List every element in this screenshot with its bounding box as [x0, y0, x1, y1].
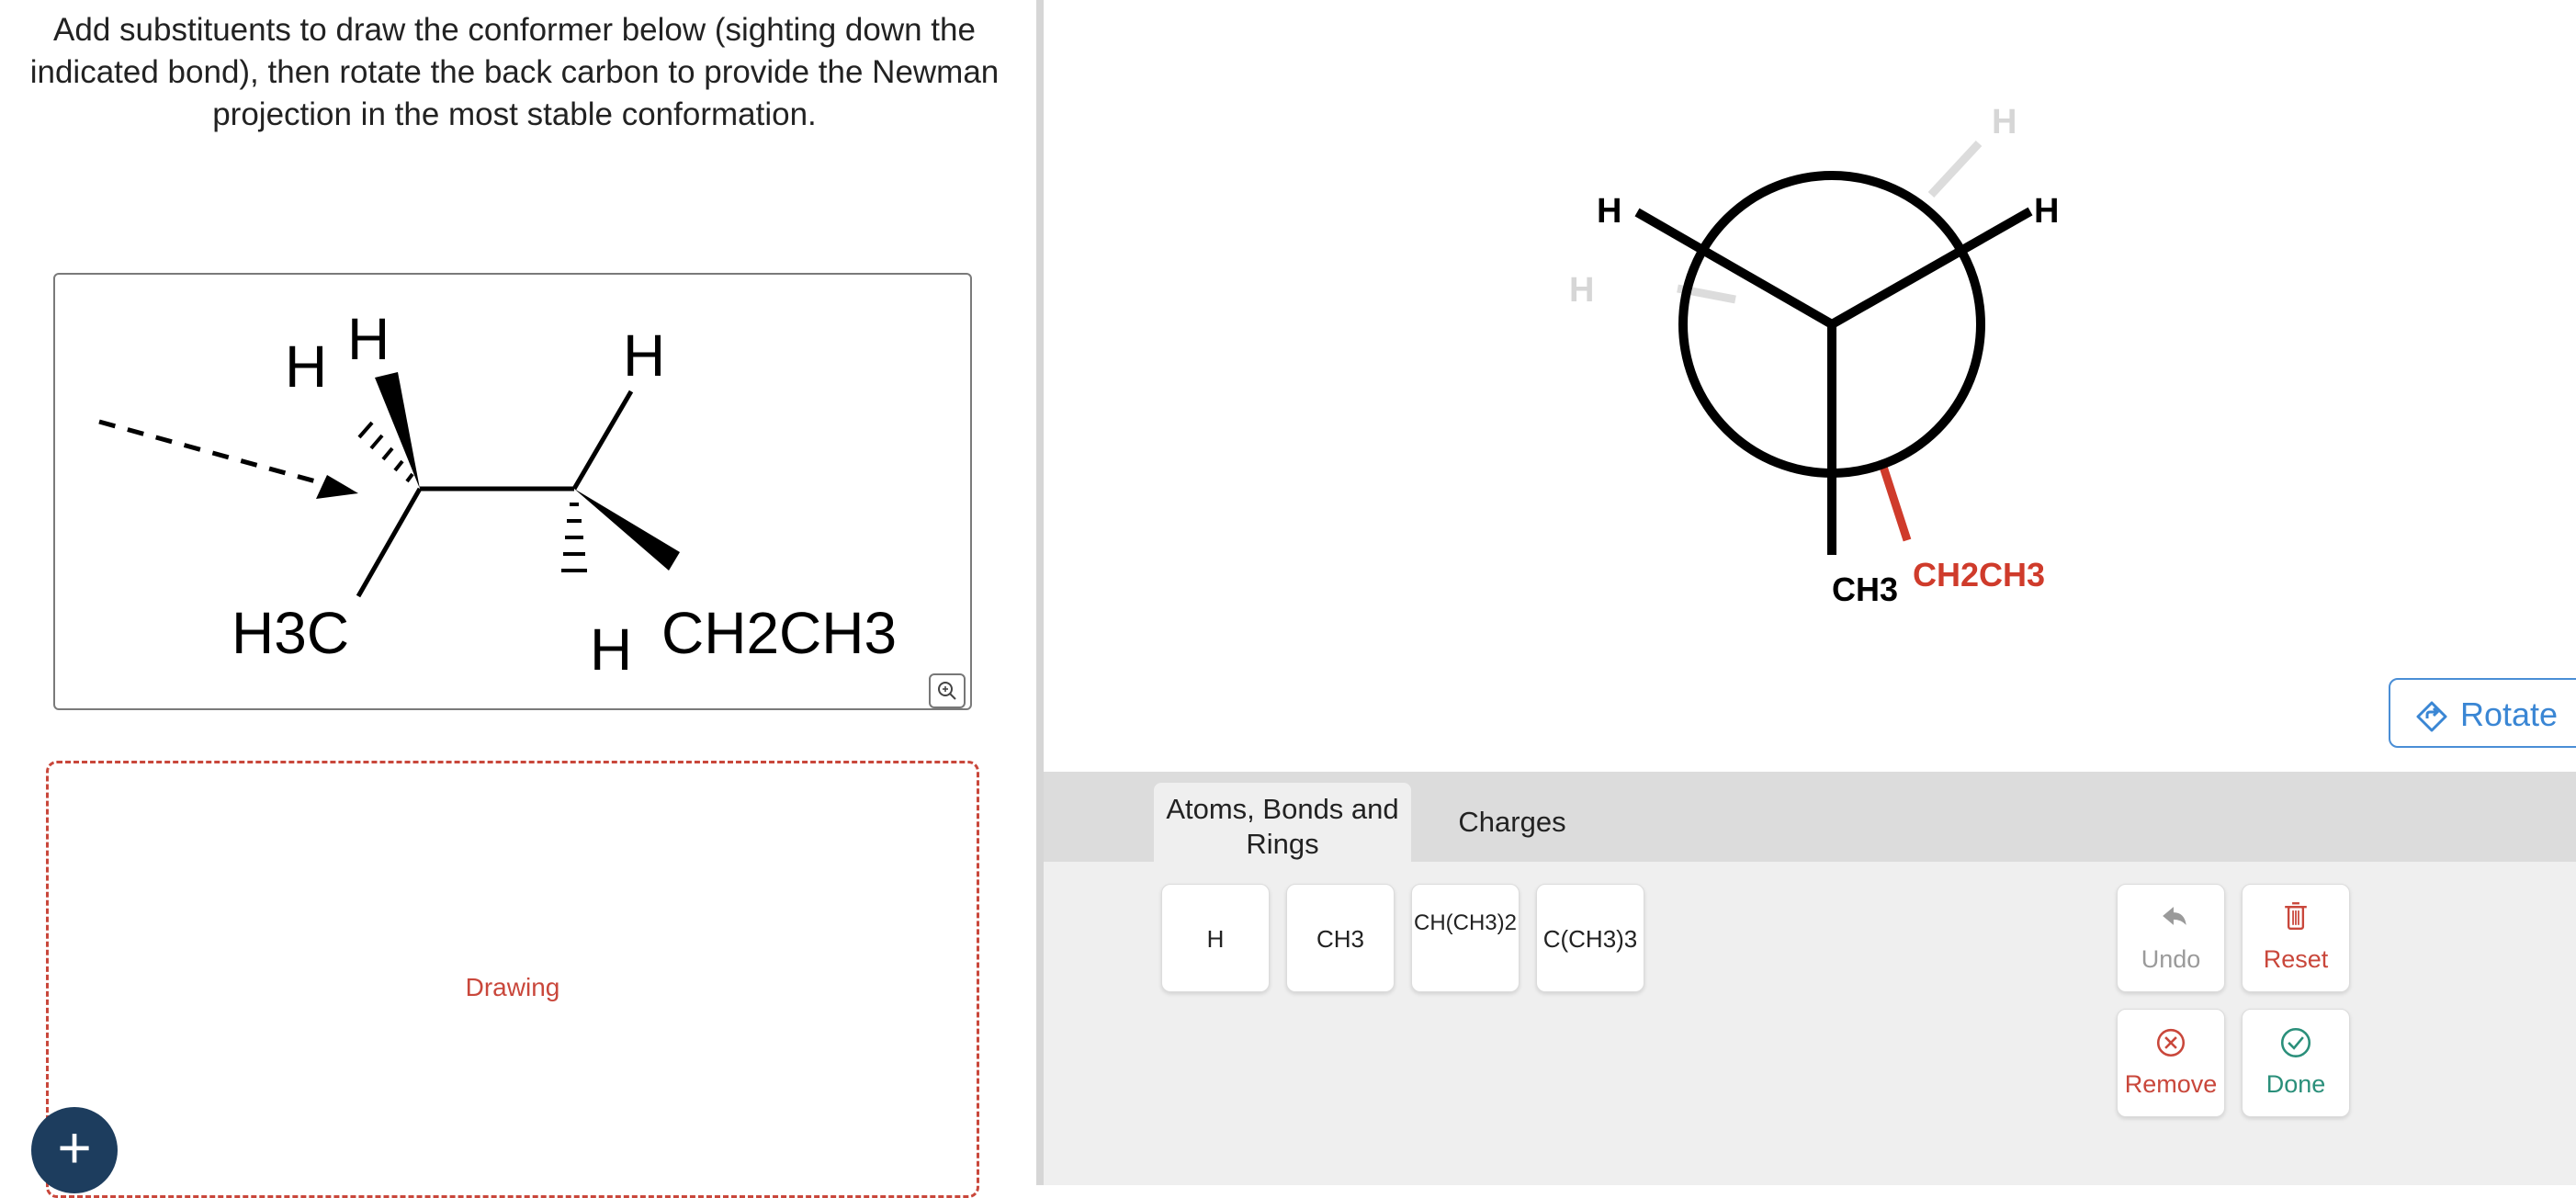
fragment-toolbar: Atoms, Bonds and Rings Charges H CH3 CH(… [1044, 772, 2576, 1185]
reset-button[interactable]: Reset [2242, 884, 2350, 992]
sighting-arrow [98, 419, 350, 493]
zoom-button[interactable] [929, 673, 966, 708]
newman-projection: H H H H CH3 CH2CH3 [1569, 103, 2059, 608]
trash-icon [2285, 902, 2307, 930]
bond-to-h-top-right [571, 390, 634, 491]
back-bond-top [1927, 140, 1983, 198]
rotate-label: Rotate [2460, 695, 2559, 733]
fragment-h[interactable]: H [1161, 884, 1270, 992]
remove-icon [2156, 1028, 2186, 1057]
group-ch2ch3: CH2CH3 [661, 600, 897, 666]
back-ch2ch3-label: CH2CH3 [1913, 556, 2045, 593]
atom-h-bottom: H [590, 616, 632, 683]
add-button[interactable]: + [31, 1107, 118, 1193]
undo-icon [2163, 907, 2186, 925]
atom-h-top-left: H [285, 333, 327, 400]
group-h3c: H3C [232, 600, 349, 666]
structure-drawing: H H H H H3C CH2CH3 [98, 306, 897, 683]
fragment-isopropyl[interactable]: CH(CH3)2 [1411, 884, 1520, 992]
remove-label: Remove [2124, 1070, 2218, 1098]
undo-label: Undo [2141, 945, 2201, 973]
done-label: Done [2265, 1070, 2326, 1098]
question-text: Add substituents to draw the conformer b… [29, 12, 1000, 132]
tab-bar: Atoms, Bonds and Rings Charges [1044, 772, 2576, 862]
rotate-icon [2416, 701, 2447, 732]
atom-h-top: H [347, 306, 390, 372]
sighting-arrowhead [316, 475, 358, 499]
bond-to-ch3 [356, 487, 423, 598]
tab-atoms-bonds-rings[interactable]: Atoms, Bonds and Rings [1154, 783, 1411, 862]
question-panel: Add substituents to draw the conformer b… [0, 0, 1036, 1198]
remove-button[interactable]: Remove [2117, 1009, 2225, 1117]
panel-divider[interactable] [1036, 0, 1044, 1185]
drawing-label: Drawing [465, 973, 560, 1001]
back-bond-bottom[interactable] [1879, 465, 1912, 542]
fragment-tert-butyl[interactable]: C(CH3)3 [1536, 884, 1644, 992]
molecule-structure-box: H H H H H3C CH2CH3 [53, 273, 972, 710]
done-button[interactable]: Done [2242, 1009, 2350, 1117]
newman-canvas[interactable]: H H H H CH3 CH2CH3 [1044, 0, 2576, 772]
front-h-left-label: H [1597, 192, 1621, 231]
front-ch3-label: CH3 [1832, 571, 1898, 608]
check-icon [2280, 1027, 2311, 1057]
wedge-bond-left [375, 372, 420, 489]
wedge-bond-right [574, 489, 680, 571]
front-h-right-label: H [2034, 192, 2059, 231]
fragment-ch3[interactable]: CH3 [1286, 884, 1395, 992]
drawing-drop-zone[interactable]: Drawing [46, 761, 979, 1198]
front-bond-upper-right [1829, 207, 2033, 329]
undo-button[interactable]: Undo [2117, 884, 2225, 992]
newman-workspace: H H H H CH3 CH2CH3 Rotate Atoms, Bonds a… [1044, 0, 2576, 1185]
rotate-button[interactable]: Rotate [2389, 678, 2576, 748]
back-h-left-label: H [1569, 271, 1594, 310]
reset-label: Reset [2263, 945, 2329, 973]
tab-charges[interactable]: Charges [1420, 783, 1604, 862]
back-h-top-label: H [1992, 103, 2017, 141]
zoom-icon [938, 682, 956, 700]
hash-bond-right [561, 503, 587, 572]
front-bond-upper-left [1634, 208, 1835, 329]
atom-h-top-right: H [623, 322, 665, 389]
